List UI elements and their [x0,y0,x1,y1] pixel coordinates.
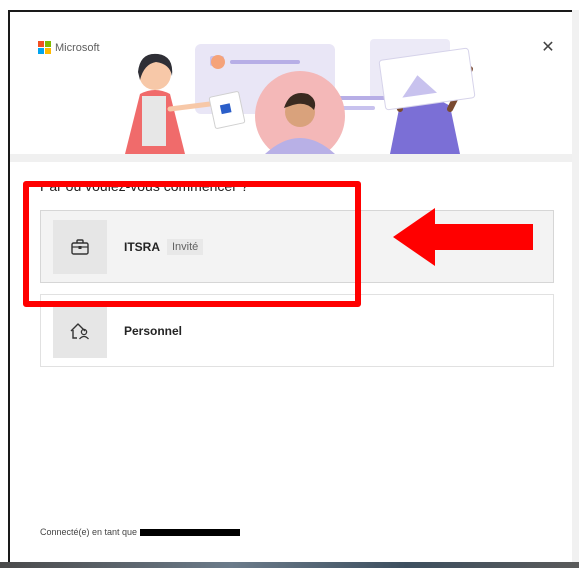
header-banner: Microsoft ✕ [10,12,573,154]
window-edge [572,10,579,562]
taskbar-strip [0,562,579,568]
microsoft-logo: Microsoft [38,41,100,54]
people-illustration [125,39,476,154]
microsoft-logo-icon [38,41,51,54]
close-button[interactable]: ✕ [540,40,556,56]
red-arrow-icon [393,208,533,266]
account-name: Personnel [124,323,183,338]
signed-in-footer: Connecté(e) en tant que [40,527,241,537]
home-person-icon [53,303,107,358]
redacted-email [140,528,241,536]
header-divider [10,154,573,162]
signed-in-label: Connecté(e) en tant que [40,527,138,537]
red-highlight-box [23,181,361,307]
brand-label: Microsoft [55,41,100,54]
